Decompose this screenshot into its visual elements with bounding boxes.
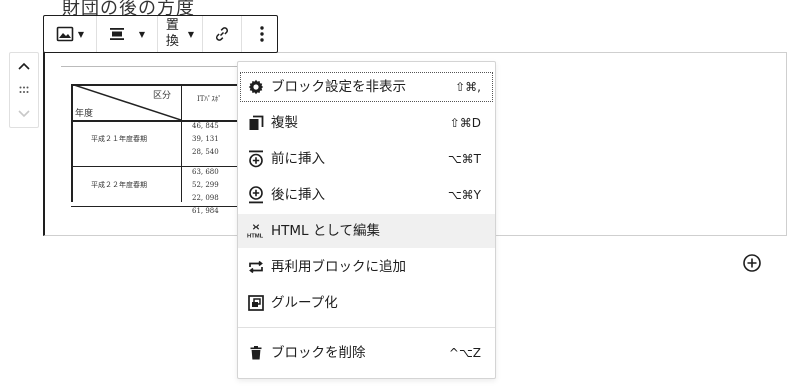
table-cell: 28, 540 — [192, 148, 219, 156]
menu-item-label: 前に挿入 — [271, 151, 325, 167]
table-header-col: ITﾊﾟｽﾎﾟ — [197, 95, 222, 103]
menu-item-shortcut: ⇧⌘, — [455, 80, 481, 94]
link-icon — [216, 27, 228, 41]
table-cell: 52, 299 — [192, 181, 219, 189]
table-cell: 46, 845 — [192, 122, 219, 130]
block-mover — [9, 52, 39, 128]
svg-text:HTML: HTML — [247, 233, 264, 239]
more-options-button[interactable] — [242, 16, 281, 52]
table-cell: 63, 680 — [192, 168, 219, 176]
image-icon — [56, 26, 74, 42]
menu-item-insert-after[interactable]: 後に挿入 ⌥⌘Y — [238, 178, 495, 212]
trash-icon — [247, 344, 265, 362]
block-switcher-group: ▼ — [44, 16, 97, 52]
menu-item-shortcut: ⌥⌘T — [447, 152, 481, 166]
align-button[interactable]: ▼ — [97, 16, 157, 52]
menu-item-remove-block[interactable]: ブロックを削除 ^⌥Z — [238, 336, 495, 370]
chevron-down-icon — [18, 110, 30, 118]
more-options-group — [242, 16, 281, 52]
block-type-button[interactable]: ▼ — [44, 16, 96, 52]
table-header-category: 区分 — [153, 91, 172, 101]
menu-item-label: 後に挿入 — [271, 187, 325, 203]
chevron-up-icon — [18, 62, 30, 70]
menu-item-insert-before[interactable]: 前に挿入 ⌥⌘T — [238, 142, 495, 176]
menu-item-group[interactable]: グループ化 — [238, 286, 495, 320]
menu-item-label: 再利用ブロックに追加 — [271, 259, 406, 275]
reusable-block-icon — [247, 258, 265, 276]
menu-separator — [238, 327, 495, 328]
table-cell: 39, 131 — [192, 135, 219, 143]
caret-down-icon: ▼ — [187, 29, 195, 39]
caret-down-icon: ▼ — [138, 29, 146, 39]
menu-item-shortcut: ⌥⌘Y — [447, 188, 481, 202]
menu-item-edit-as-html[interactable]: HTML HTML として編集 — [238, 214, 495, 248]
table-image: 区分 年度 ITﾊﾟｽﾎﾟ 平成２１年度春期 46, 845 39, 131 2… — [71, 84, 251, 215]
menu-item-label: ブロックを削除 — [271, 345, 366, 361]
align-group: ▼ — [97, 16, 158, 52]
insert-before-icon — [247, 150, 265, 168]
link-button[interactable] — [203, 16, 241, 52]
plus-circle-icon — [743, 254, 761, 272]
add-block-button[interactable] — [742, 253, 762, 273]
group-icon — [247, 294, 265, 312]
gear-icon — [247, 78, 265, 96]
block-options-menu: ブロック設定を非表示 ⇧⌘, 複製 ⇧⌘D 前に挿入 ⌥⌘T 後に挿入 ⌥⌘Y … — [237, 61, 496, 379]
menu-item-label: グループ化 — [271, 295, 338, 311]
menu-item-hide-block-settings[interactable]: ブロック設定を非表示 ⇧⌘, — [238, 70, 495, 104]
menu-item-duplicate[interactable]: 複製 ⇧⌘D — [238, 106, 495, 140]
align-center-icon — [109, 28, 124, 40]
menu-item-shortcut: ^⌥Z — [448, 346, 481, 360]
link-group — [203, 16, 242, 52]
move-down-button[interactable] — [10, 103, 38, 125]
insert-after-icon — [247, 186, 265, 204]
replace-label: 置換 — [165, 18, 179, 49]
table-row2-label: 平成２２年度春期 — [91, 181, 147, 189]
block-toolbar: ▼ ▼ 置換 ▼ — [43, 15, 278, 53]
image-top-border — [61, 66, 239, 67]
more-vertical-icon — [259, 26, 264, 42]
drag-handle[interactable] — [10, 79, 38, 101]
menu-item-shortcut: ⇧⌘D — [449, 116, 481, 130]
menu-item-label: HTML として編集 — [271, 223, 380, 239]
table-row1-label: 平成２１年度春期 — [91, 135, 147, 143]
duplicate-icon — [247, 114, 265, 132]
caret-down-icon: ▼ — [77, 29, 85, 39]
menu-item-label: ブロック設定を非表示 — [271, 79, 406, 95]
drag-handle-icon — [19, 86, 29, 93]
menu-item-label: 複製 — [271, 115, 298, 131]
move-up-button[interactable] — [10, 55, 38, 77]
menu-item-add-to-reusable[interactable]: 再利用ブロックに追加 — [238, 250, 495, 284]
table-cell: 22, 098 — [192, 194, 219, 202]
table-header-year: 年度 — [75, 109, 94, 119]
replace-group: 置換 ▼ — [158, 16, 203, 52]
html-icon: HTML — [247, 222, 265, 240]
replace-button[interactable]: 置換 ▼ — [158, 16, 202, 52]
table-cell: 61, 984 — [192, 207, 219, 215]
